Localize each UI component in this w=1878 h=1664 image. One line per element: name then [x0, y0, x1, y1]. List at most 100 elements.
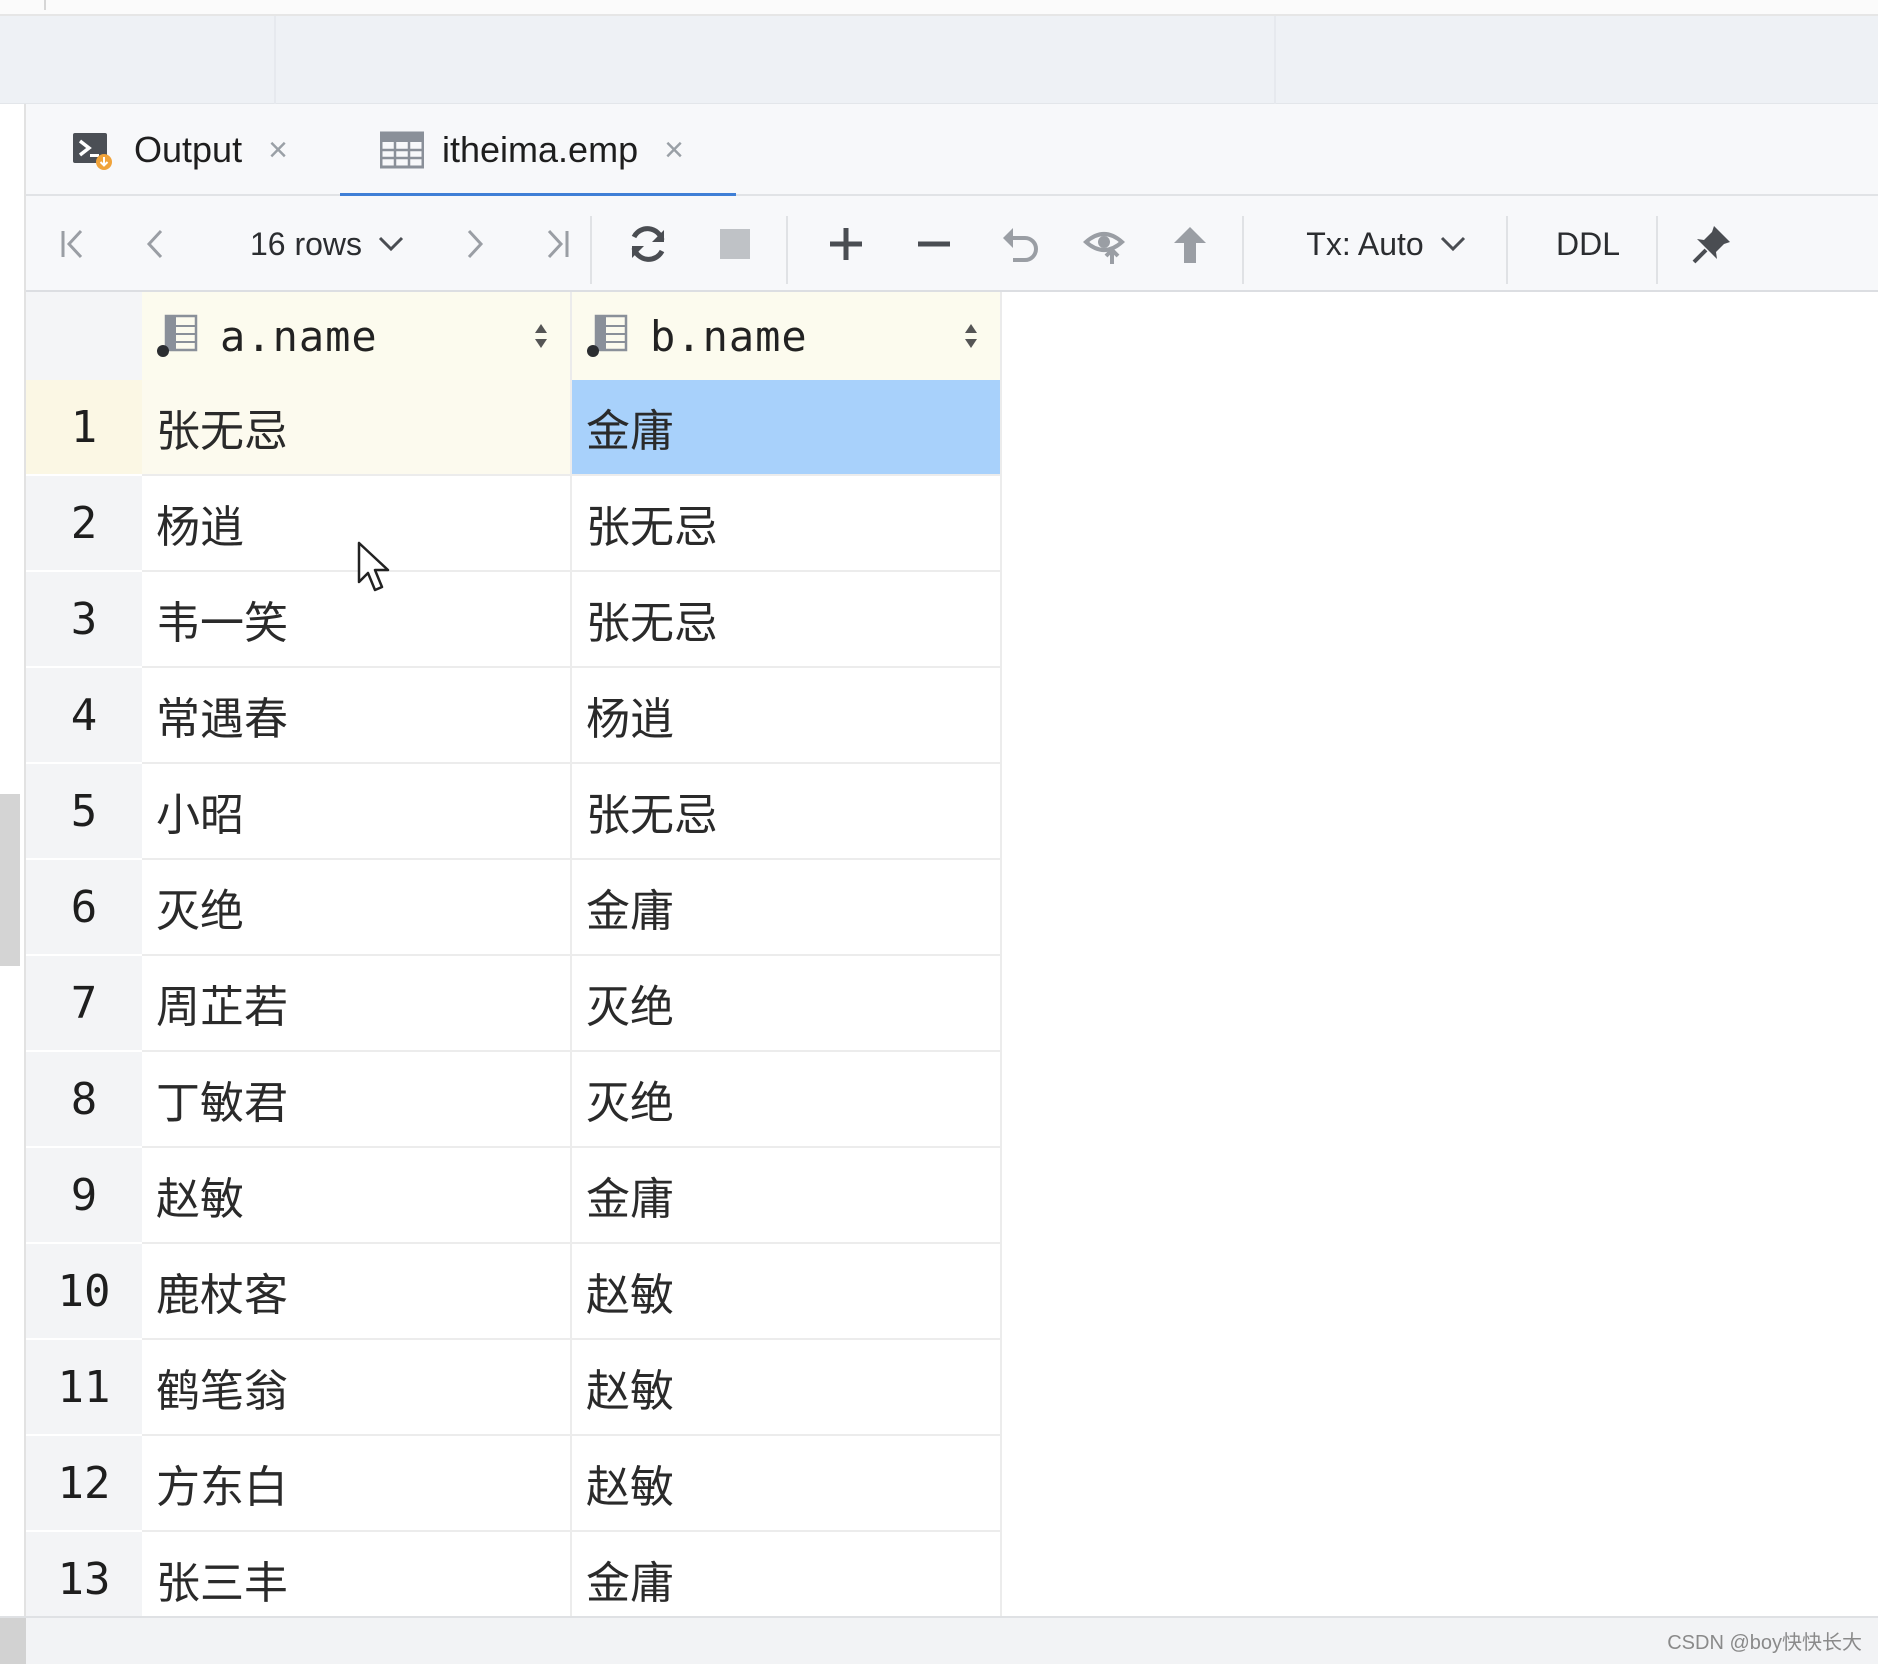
- column-header-b-name[interactable]: b.name: [572, 292, 1002, 380]
- cell-b-name[interactable]: 金庸: [572, 1532, 1002, 1616]
- previous-page-icon[interactable]: [130, 196, 180, 292]
- toolbar-separator: [786, 216, 788, 284]
- cell-b-name[interactable]: 金庸: [572, 1148, 1002, 1244]
- table-row[interactable]: 11 鹤笔翁 赵敏: [26, 1340, 1002, 1436]
- toolbar-separator: [590, 216, 592, 284]
- column-label: b.name: [650, 311, 808, 361]
- next-page-icon[interactable]: [450, 196, 500, 292]
- cell-b-name[interactable]: 张无忌: [572, 764, 1002, 860]
- toolbar-separator: [1242, 216, 1244, 284]
- row-number: 12: [26, 1436, 142, 1532]
- cell-b-name[interactable]: 张无忌: [572, 476, 1002, 572]
- page-size-dropdown[interactable]: 16 rows: [222, 196, 432, 292]
- toolbar-separator: [1506, 216, 1508, 284]
- cell-b-name[interactable]: 赵敏: [572, 1244, 1002, 1340]
- row-number: 9: [26, 1148, 142, 1244]
- terminal-output-icon: [72, 130, 112, 170]
- table-icon: [379, 130, 425, 170]
- table-row[interactable]: 8 丁敏君 灭绝: [26, 1052, 1002, 1148]
- tab-itheima-emp[interactable]: itheima.emp ×: [340, 104, 736, 198]
- cell-a-name[interactable]: 周芷若: [142, 956, 572, 1052]
- table-row[interactable]: 13 张三丰 金庸: [26, 1532, 1002, 1616]
- table-row[interactable]: 6 灭绝 金庸: [26, 860, 1002, 956]
- cell-a-name[interactable]: 张无忌: [142, 380, 572, 476]
- toolbar-separator: [1656, 216, 1658, 284]
- column-header-a-name[interactable]: a.name: [142, 292, 572, 380]
- cell-a-name[interactable]: 小昭: [142, 764, 572, 860]
- first-page-icon[interactable]: [46, 196, 102, 292]
- add-row-icon[interactable]: [814, 196, 878, 292]
- column-icon: [586, 314, 630, 358]
- stop-icon[interactable]: [706, 196, 764, 292]
- tab-output-close-icon[interactable]: ×: [268, 131, 288, 170]
- cell-a-name[interactable]: 赵敏: [142, 1148, 572, 1244]
- revert-icon[interactable]: [988, 196, 1052, 292]
- editor-tab-area-background: [0, 16, 1878, 104]
- tool-window-tab-bar: Output × itheima.emp ×: [26, 104, 1878, 198]
- transaction-mode-label: Tx: Auto: [1306, 225, 1424, 262]
- row-number: 3: [26, 572, 142, 668]
- cell-b-name[interactable]: 灭绝: [572, 1052, 1002, 1148]
- chevron-down-icon: [378, 236, 404, 252]
- row-number: 5: [26, 764, 142, 860]
- cell-a-name[interactable]: 丁敏君: [142, 1052, 572, 1148]
- cell-b-name[interactable]: 杨逍: [572, 668, 1002, 764]
- band-divider: [274, 16, 276, 104]
- tab-itheima-emp-close-icon[interactable]: ×: [664, 131, 684, 170]
- refresh-icon[interactable]: [616, 196, 680, 292]
- transaction-mode-dropdown[interactable]: Tx: Auto: [1276, 196, 1496, 292]
- tab-output-label: Output: [134, 129, 243, 170]
- cell-a-name[interactable]: 常遇春: [142, 668, 572, 764]
- cell-b-name[interactable]: 灭绝: [572, 956, 1002, 1052]
- cell-b-name[interactable]: 张无忌: [572, 572, 1002, 668]
- delete-row-icon[interactable]: [902, 196, 966, 292]
- table-row[interactable]: 4 常遇春 杨逍: [26, 668, 1002, 764]
- status-bar: CSDN @boy快快长大: [0, 1616, 1878, 1664]
- table-row[interactable]: 2 杨逍 张无忌: [26, 476, 1002, 572]
- table-row[interactable]: 7 周芷若 灭绝: [26, 956, 1002, 1052]
- row-number: 4: [26, 668, 142, 764]
- column-label: a.name: [220, 311, 378, 361]
- row-number: 7: [26, 956, 142, 1052]
- table-row[interactable]: 3 韦一笑 张无忌: [26, 572, 1002, 668]
- cell-a-name[interactable]: 方东白: [142, 1436, 572, 1532]
- mouse-pointer-icon: [357, 541, 390, 592]
- cell-a-name[interactable]: 灭绝: [142, 860, 572, 956]
- cell-b-name[interactable]: 赵敏: [572, 1340, 1002, 1436]
- cell-a-name[interactable]: 鹿杖客: [142, 1244, 572, 1340]
- sort-icon[interactable]: [964, 322, 978, 350]
- chevron-down-icon: [1440, 236, 1465, 252]
- grid-header-row: a.name b.name: [26, 292, 1002, 380]
- cell-a-name[interactable]: 鹤笔翁: [142, 1340, 572, 1436]
- row-number: 11: [26, 1340, 142, 1436]
- row-count-label: 16 rows: [249, 225, 363, 262]
- gutter-marker: [0, 794, 20, 966]
- sort-icon[interactable]: [534, 322, 548, 350]
- cell-b-name[interactable]: 赵敏: [572, 1436, 1002, 1532]
- cell-b-name[interactable]: 金庸: [572, 860, 1002, 956]
- table-row[interactable]: 12 方东白 赵敏: [26, 1436, 1002, 1532]
- table-row[interactable]: 10 鹿杖客 赵敏: [26, 1244, 1002, 1340]
- row-number: 8: [26, 1052, 142, 1148]
- preview-pending-changes-icon[interactable]: [1074, 196, 1138, 292]
- watermark: CSDN @boy快快长大: [1667, 1632, 1862, 1654]
- cell-a-name[interactable]: 张三丰: [142, 1532, 572, 1616]
- tab-itheima-emp-label: itheima.emp: [442, 129, 639, 170]
- pin-tab-icon[interactable]: [1680, 196, 1744, 292]
- submit-icon[interactable]: [1158, 196, 1222, 292]
- left-gutter: [0, 104, 26, 1616]
- row-number: 1: [26, 380, 142, 476]
- ddl-label: DDL: [1555, 225, 1620, 262]
- table-row[interactable]: 5 小昭 张无忌: [26, 764, 1002, 860]
- ddl-button[interactable]: DDL: [1526, 196, 1650, 292]
- last-page-icon[interactable]: [528, 196, 584, 292]
- top-window-strip: [0, 0, 1878, 16]
- band-divider: [1274, 16, 1276, 104]
- table-row[interactable]: 1 张无忌 金庸: [26, 380, 1002, 476]
- cell-b-name-selected[interactable]: 金庸: [572, 380, 1002, 476]
- table-row[interactable]: 9 赵敏 金庸: [26, 1148, 1002, 1244]
- strip-divider: [44, 0, 46, 10]
- row-number: 10: [26, 1244, 142, 1340]
- column-icon: [156, 314, 200, 358]
- tab-output[interactable]: Output ×: [72, 104, 288, 196]
